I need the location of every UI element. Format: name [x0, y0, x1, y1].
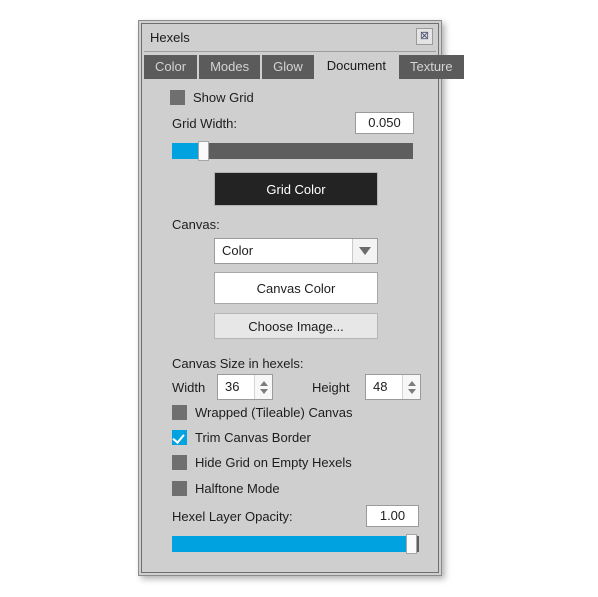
chevron-down-glyph — [359, 247, 371, 255]
height-label: Height — [312, 380, 350, 395]
chevron-down-icon[interactable] — [352, 239, 377, 263]
trim-canvas-border-label: Trim Canvas Border — [195, 430, 311, 445]
canvas-width-spinner-arrows[interactable] — [254, 375, 272, 399]
document-tab-panel: Show Grid Grid Width: 0.050 Grid Color C… — [144, 79, 436, 571]
tab-glow[interactable]: Glow — [262, 55, 314, 79]
hexel-layer-opacity-slider-handle[interactable] — [406, 534, 417, 554]
hexels-panel-window: Hexels ⊠ Color Modes Glow Document Textu… — [138, 20, 464, 576]
wrapped-canvas-checkbox[interactable] — [172, 405, 187, 420]
canvas-color-button-label: Canvas Color — [256, 280, 336, 296]
canvas-color-button[interactable]: Canvas Color — [214, 272, 378, 304]
choose-image-button[interactable]: Choose Image... — [214, 313, 378, 339]
hide-grid-empty-hexels-label: Hide Grid on Empty Hexels — [195, 455, 352, 470]
canvas-height-stepper[interactable]: 48 — [365, 374, 421, 400]
spinner-up-icon[interactable] — [407, 380, 416, 386]
show-grid-checkbox[interactable] — [170, 90, 185, 105]
close-button[interactable]: ⊠ — [416, 28, 433, 45]
canvas-type-dropdown-value: Color — [222, 243, 254, 258]
hexel-layer-opacity-slider[interactable] — [172, 534, 419, 554]
grid-width-label: Grid Width: — [172, 116, 238, 131]
canvas-width-stepper[interactable]: 36 — [217, 374, 273, 400]
trim-canvas-border-checkbox-row[interactable]: Trim Canvas Border — [172, 430, 311, 445]
canvas-height-value[interactable]: 48 — [366, 375, 402, 399]
wrapped-canvas-checkbox-row[interactable]: Wrapped (Tileable) Canvas — [172, 405, 353, 420]
grid-color-button[interactable]: Grid Color — [214, 172, 378, 206]
grid-color-button-label: Grid Color — [266, 181, 326, 197]
hide-grid-empty-hexels-checkbox[interactable] — [172, 455, 187, 470]
titlebar: Hexels ⊠ — [142, 24, 438, 51]
grid-width-slider-handle[interactable] — [198, 141, 209, 161]
tab-texture[interactable]: Texture — [398, 55, 464, 79]
hexel-layer-opacity-slider-fill — [172, 536, 409, 552]
hexel-layer-opacity-label: Hexel Layer Opacity: — [172, 509, 293, 524]
canvas-width-value[interactable]: 36 — [218, 375, 254, 399]
halftone-mode-label: Halftone Mode — [195, 481, 280, 496]
window-inner-frame: Hexels ⊠ Color Modes Glow Document Textu… — [141, 23, 464, 573]
window-title: Hexels — [150, 30, 190, 45]
grid-width-value[interactable]: 0.050 — [355, 112, 414, 134]
trim-canvas-border-checkbox[interactable] — [172, 430, 187, 445]
close-icon: ⊠ — [419, 30, 430, 42]
show-grid-label: Show Grid — [193, 90, 254, 105]
choose-image-button-label: Choose Image... — [248, 318, 344, 334]
halftone-mode-checkbox[interactable] — [172, 481, 187, 496]
canvas-height-spinner-arrows[interactable] — [402, 375, 420, 399]
canvas-type-dropdown[interactable]: Color — [214, 238, 378, 264]
spinner-down-icon[interactable] — [259, 388, 268, 394]
canvas-size-label: Canvas Size in hexels: — [172, 356, 304, 371]
spinner-down-icon[interactable] — [407, 388, 416, 394]
width-label: Width — [172, 380, 206, 395]
tab-color[interactable]: Color — [144, 55, 198, 79]
grid-width-slider[interactable] — [172, 141, 413, 161]
tab-modes[interactable]: Modes — [199, 55, 261, 79]
tab-document[interactable]: Document — [315, 52, 397, 79]
tab-strip: Color Modes Glow Document Texture — [144, 51, 464, 79]
spinner-up-icon[interactable] — [259, 380, 268, 386]
show-grid-checkbox-row[interactable]: Show Grid — [170, 90, 254, 105]
hexel-layer-opacity-value[interactable]: 1.00 — [366, 505, 419, 527]
halftone-mode-checkbox-row[interactable]: Halftone Mode — [172, 481, 280, 496]
hide-grid-empty-hexels-checkbox-row[interactable]: Hide Grid on Empty Hexels — [172, 455, 352, 470]
canvas-section-label: Canvas: — [172, 217, 220, 232]
wrapped-canvas-label: Wrapped (Tileable) Canvas — [195, 405, 353, 420]
